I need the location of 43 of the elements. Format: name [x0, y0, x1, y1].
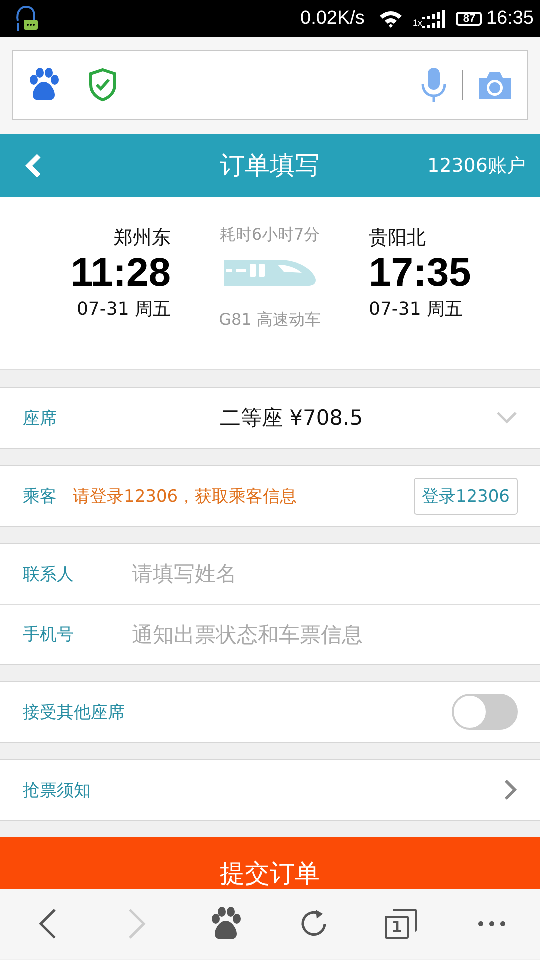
field-label: 手机号 [23, 624, 74, 646]
paw-icon[interactable] [28, 68, 60, 102]
paw-icon [210, 907, 242, 941]
seat-price-select[interactable]: 二等座 ¥708.5 [57, 404, 496, 432]
train-icon [222, 258, 318, 288]
input-field[interactable]: 通知出票状态和车票信息 [132, 622, 518, 646]
clock-time: 16:35 [486, 8, 534, 30]
departure-time: 11:28 [70, 251, 171, 295]
submit-button[interactable]: 提交订单 [0, 837, 540, 889]
chevron-down-icon[interactable] [496, 411, 518, 425]
page-title: 订单填写 [220, 150, 320, 182]
camera-icon[interactable] [477, 70, 513, 100]
chevron-left-icon [24, 152, 44, 178]
account-link[interactable]: 12306账户 [428, 152, 526, 178]
chevron-right-icon [126, 908, 147, 940]
field-label: 乘客 [23, 486, 57, 508]
station-name: 贵阳北 [369, 226, 426, 251]
arrival-time: 17:35 [369, 251, 472, 295]
train-number: G81 高速动车 [219, 310, 321, 331]
tabs-button[interactable]: 1 [372, 899, 433, 949]
network-type: 1x [412, 18, 422, 28]
chevron-right-icon[interactable] [504, 779, 518, 801]
wifi-icon [378, 10, 403, 28]
battery-level: 87 [456, 12, 482, 26]
travel-date: 07-31 周五 [369, 298, 464, 321]
field-label: 座席 [23, 408, 57, 430]
shield-check-icon [88, 68, 118, 102]
chat-icon[interactable] [14, 4, 40, 32]
login-prompt: 请登录12306，获取乘客信息 [73, 486, 298, 508]
network-speed: 0.02K/s [300, 8, 365, 30]
toggle-switch[interactable] [452, 694, 518, 730]
chevron-left-icon [38, 908, 58, 940]
notice-link[interactable]: 抢票须知 [23, 778, 91, 802]
microphone-icon[interactable] [420, 67, 448, 103]
field-label: 接受其他座席 [23, 702, 125, 724]
back-button[interactable] [24, 152, 44, 178]
station-name: 郑州东 [114, 226, 171, 251]
input-field[interactable]: 请填写姓名 [132, 562, 518, 586]
travel-date: 07-31 周五 [76, 298, 171, 321]
login-button[interactable]: 登录12306 [414, 478, 518, 514]
more-icon [476, 920, 507, 928]
travel-duration: 耗时6小时7分 [220, 225, 320, 246]
field-label: 联系人 [23, 564, 74, 586]
